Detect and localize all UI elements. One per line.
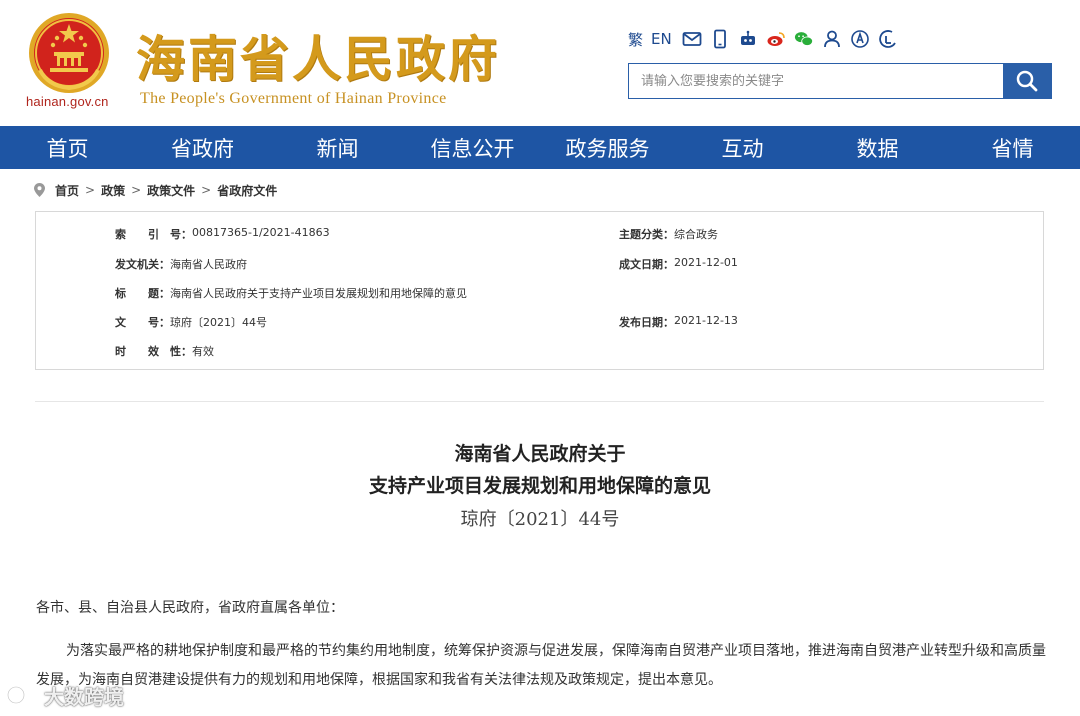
national-emblem-icon[interactable] <box>28 12 110 94</box>
watermark-logo-icon <box>6 685 38 705</box>
watermark-text: 大数跨境 <box>44 684 124 709</box>
info-index: 索 引 号： 00817365-1/2021-41863 <box>115 226 330 242</box>
site-header: hainan.gov.cn 海南省人民政府 The People's Gover… <box>0 0 1080 126</box>
search-bar <box>628 63 1052 99</box>
nav-item-government-services[interactable]: 政务服务 <box>540 126 675 169</box>
info-validity-value: 有效 <box>192 345 214 358</box>
english-link[interactable]: EN <box>651 27 672 51</box>
location-pin-icon <box>34 183 45 197</box>
info-published-label: 发布日期： <box>619 316 674 329</box>
document-number: 琼府〔2021〕44号 <box>460 509 620 530</box>
nav-item-provincial-government[interactable]: 省政府 <box>135 126 270 169</box>
site-title[interactable]: 海南省人民政府 <box>136 20 500 91</box>
nav-item-information-disclosure[interactable]: 信息公开 <box>405 126 540 169</box>
nav-item-province-overview[interactable]: 省情 <box>945 126 1080 169</box>
traditional-chinese-link[interactable]: 繁 <box>628 27 643 51</box>
elderly-mode-icon[interactable] <box>878 27 898 51</box>
info-created-date: 成文日期： 2021-12-01 <box>619 256 738 272</box>
breadcrumb: 首页 > 政策 > 政策文件 > 省政府文件 <box>34 181 277 199</box>
mail-icon[interactable] <box>682 27 702 51</box>
search-button[interactable] <box>1003 64 1051 98</box>
document-info-box: 索 引 号： 00817365-1/2021-41863 主题分类： 综合政务 … <box>35 211 1044 370</box>
robot-icon[interactable] <box>738 27 758 51</box>
breadcrumb-separator: > <box>131 183 142 197</box>
info-published-date: 发布日期： 2021-12-13 <box>619 314 738 330</box>
nav-item-news[interactable]: 新闻 <box>270 126 405 169</box>
info-title-value: 海南省人民政府关于支持产业项目发展规划和用地保障的意见 <box>170 287 467 300</box>
info-index-value: 00817365-1/2021-41863 <box>192 226 330 239</box>
breadcrumb-separator: > <box>201 183 212 197</box>
info-validity-label: 时 效 性： <box>115 345 192 358</box>
breadcrumb-provincial-documents[interactable]: 省政府文件 <box>217 182 277 199</box>
document-title-line-2: 支持产业项目发展规划和用地保障的意见 <box>368 475 711 497</box>
info-validity: 时 效 性： 有效 <box>115 343 214 359</box>
info-category-label: 主题分类： <box>619 228 674 241</box>
info-title: 标 题： 海南省人民政府关于支持产业项目发展规划和用地保障的意见 <box>115 285 467 301</box>
document-title-line-1: 海南省人民政府关于 <box>454 443 626 465</box>
info-category-value: 综合政务 <box>674 228 718 241</box>
salutation: 各市、县、自治县人民政府，省政府直属各单位： <box>36 600 344 616</box>
main-nav: 首页 省政府 新闻 信息公开 政务服务 互动 数据 省情 <box>0 126 1080 169</box>
site-url: hainan.gov.cn <box>26 94 109 109</box>
header-toolbar: 繁 EN <box>628 27 906 51</box>
accessibility-icon[interactable] <box>850 27 870 51</box>
weibo-icon[interactable] <box>766 27 786 51</box>
wechat-icon[interactable] <box>794 27 814 51</box>
info-issuer-label: 发文机关： <box>115 258 170 271</box>
mobile-icon[interactable] <box>710 27 730 51</box>
content-divider <box>35 401 1044 402</box>
info-issuer-value: 海南省人民政府 <box>170 258 247 271</box>
info-created-label: 成文日期： <box>619 258 674 271</box>
breadcrumb-separator: > <box>85 183 96 197</box>
nav-item-interaction[interactable]: 互动 <box>675 126 810 169</box>
info-published-value: 2021-12-13 <box>674 314 738 327</box>
info-index-label: 索 引 号： <box>115 228 192 241</box>
nav-item-home[interactable]: 首页 <box>0 126 135 169</box>
site-subtitle: The People's Government of Hainan Provin… <box>140 90 447 107</box>
info-docno-label: 文 号： <box>115 316 170 329</box>
watermark: 大数跨境 <box>6 680 124 710</box>
info-title-label: 标 题： <box>115 287 170 300</box>
nav-item-data[interactable]: 数据 <box>810 126 945 169</box>
info-created-value: 2021-12-01 <box>674 256 738 269</box>
body-paragraph: 为落实最严格的耕地保护制度和最严格的节约集约用地制度，统筹保护资源与促进发展，保… <box>36 643 1046 688</box>
info-issuer: 发文机关： 海南省人民政府 <box>115 256 247 272</box>
search-input[interactable] <box>629 64 1003 98</box>
info-docno-value: 琼府〔2021〕44号 <box>170 316 267 329</box>
breadcrumb-policy[interactable]: 政策 <box>101 182 125 199</box>
search-icon <box>1016 70 1038 92</box>
info-category: 主题分类： 综合政务 <box>619 226 718 242</box>
breadcrumb-home[interactable]: 首页 <box>55 182 79 199</box>
breadcrumb-policy-documents[interactable]: 政策文件 <box>147 182 195 199</box>
info-doc-number: 文 号： 琼府〔2021〕44号 <box>115 314 267 330</box>
user-icon[interactable] <box>822 27 842 51</box>
